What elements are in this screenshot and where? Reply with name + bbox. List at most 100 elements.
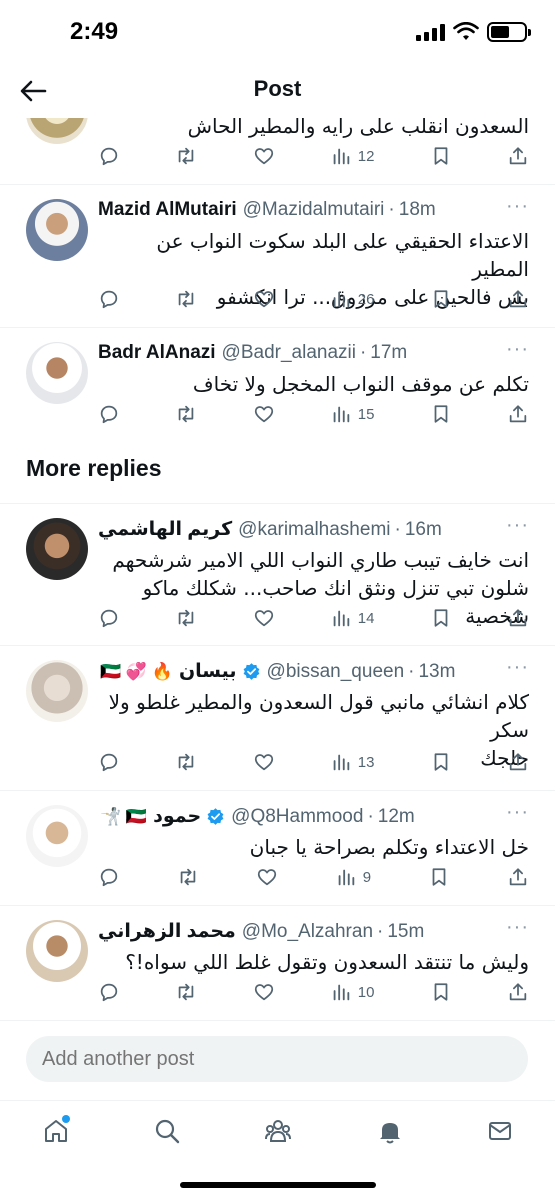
share-button[interactable] (507, 751, 529, 773)
reply-post[interactable]: محمد الزهراني @Mo_Alzahran · 15m ··· ولي… (0, 906, 555, 1021)
tab-communities[interactable] (258, 1111, 298, 1151)
reply-button[interactable] (98, 145, 120, 167)
separator-dot: · (408, 660, 415, 682)
views-button[interactable]: 26 (330, 288, 374, 310)
like-button[interactable] (253, 288, 275, 310)
heart-icon (254, 148, 273, 165)
reply-button[interactable] (98, 607, 120, 629)
like-button[interactable] (253, 751, 275, 773)
views-button[interactable]: 12 (330, 145, 375, 167)
avatar[interactable] (26, 199, 88, 261)
repost-button[interactable] (177, 866, 199, 888)
post-actions: 14 (98, 604, 529, 632)
share-button[interactable] (507, 866, 529, 888)
author-name[interactable]: Mazid AlMutairi (98, 199, 237, 221)
bookmark-button[interactable] (428, 866, 450, 888)
status-time: 2:49 (70, 18, 119, 45)
more-options-icon[interactable]: ··· (506, 656, 529, 679)
author-handle[interactable]: @Q8Hammood (231, 806, 363, 828)
post-header: Badr AlAnazi @Badr_alanazii · 17m (98, 342, 531, 364)
tab-messages[interactable] (480, 1111, 520, 1151)
post-text-line: انت خايف تيبب طاري النواب اللي الامير شر… (112, 548, 529, 572)
post-time[interactable]: 18m (399, 199, 436, 221)
repost-button[interactable] (175, 751, 197, 773)
more-options-icon[interactable]: ··· (506, 916, 529, 939)
post-time[interactable]: 15m (387, 921, 424, 943)
author-handle[interactable]: @Mazidalmutairi (243, 199, 385, 221)
reply-composer[interactable] (26, 1036, 528, 1082)
bookmark-button[interactable] (430, 403, 452, 425)
views-button[interactable]: 9 (335, 866, 371, 888)
like-button[interactable] (253, 607, 275, 629)
share-button[interactable] (507, 607, 529, 629)
post-time[interactable]: 16m (405, 519, 442, 541)
more-options-icon[interactable]: ··· (506, 514, 529, 537)
author-name[interactable]: Badr AlAnazi (98, 342, 216, 364)
share-button[interactable] (507, 981, 529, 1003)
like-button[interactable] (253, 403, 275, 425)
share-button[interactable] (507, 403, 529, 425)
share-button[interactable] (507, 145, 529, 167)
post-time[interactable]: 12m (378, 806, 415, 828)
notification-dot (62, 1115, 70, 1123)
post-time[interactable]: 17m (370, 342, 407, 364)
post-actions: 26 (98, 285, 529, 313)
author-handle[interactable]: @Mo_Alzahran (242, 921, 373, 943)
bookmark-button[interactable] (430, 607, 452, 629)
author-handle[interactable]: @Badr_alanazii (222, 342, 356, 364)
reply-button[interactable] (98, 403, 120, 425)
like-button[interactable] (256, 866, 278, 888)
author-name[interactable]: حمود (153, 805, 201, 828)
tab-search[interactable] (147, 1111, 187, 1151)
reply-post[interactable]: Badr AlAnazi @Badr_alanazii · 17m ··· تك… (0, 328, 555, 443)
avatar[interactable] (26, 342, 88, 404)
author-name[interactable]: محمد الزهراني (98, 920, 236, 943)
bookmark-button[interactable] (430, 288, 452, 310)
repost-button[interactable] (175, 981, 197, 1003)
bookmark-button[interactable] (430, 751, 452, 773)
repost-button[interactable] (175, 607, 197, 629)
views-button[interactable]: 13 (330, 751, 374, 773)
views-icon (333, 610, 349, 627)
reply-button[interactable] (98, 288, 120, 310)
reply-button[interactable] (98, 866, 120, 888)
heart-icon (254, 406, 273, 423)
reply-post[interactable]: 🇰🇼 💞 🔥 بيسان @bissan_queen · 13m ··· كلا… (0, 646, 555, 791)
views-count: 12 (357, 147, 375, 165)
reply-input[interactable] (26, 1036, 528, 1082)
bookmark-button[interactable] (430, 145, 452, 167)
repost-button[interactable] (175, 403, 197, 425)
reply-post[interactable]: كريم الهاشمي @karimalhashemi · 16m ··· ا… (0, 503, 555, 646)
heart-icon (254, 291, 273, 308)
avatar[interactable] (26, 518, 88, 580)
views-button[interactable]: 14 (330, 607, 374, 629)
more-options-icon[interactable]: ··· (506, 338, 529, 361)
heart-icon (254, 610, 273, 627)
author-handle[interactable]: @bissan_queen (267, 661, 405, 683)
author-name[interactable]: كريم الهاشمي (98, 518, 232, 541)
avatar[interactable] (26, 805, 88, 867)
reply-post[interactable]: Mazid AlMutairi @Mazidalmutairi · 18m ··… (0, 185, 555, 328)
like-button[interactable] (253, 145, 275, 167)
bookmark-button[interactable] (430, 981, 452, 1003)
tab-notifications[interactable] (370, 1111, 410, 1151)
more-options-icon[interactable]: ··· (506, 801, 529, 824)
more-options-icon[interactable]: ··· (506, 195, 529, 218)
reply-post[interactable]: 🤺 🇰🇼 حمود @Q8Hammood · 12m ··· خل الاعتد… (0, 791, 555, 906)
post-time[interactable]: 13m (418, 661, 455, 683)
tab-home[interactable] (36, 1111, 76, 1151)
views-button[interactable]: 10 (330, 981, 374, 1003)
post-header: Mazid AlMutairi @Mazidalmutairi · 18m (98, 199, 531, 221)
avatar[interactable] (26, 920, 88, 982)
author-handle[interactable]: @karimalhashemi (238, 519, 390, 541)
repost-button[interactable] (175, 145, 197, 167)
avatar[interactable] (26, 660, 88, 722)
like-button[interactable] (253, 981, 275, 1003)
author-name[interactable]: بيسان (179, 660, 237, 683)
reply-button[interactable] (98, 751, 120, 773)
views-button[interactable]: 15 (330, 403, 374, 425)
reply-button[interactable] (98, 981, 120, 1003)
repost-button[interactable] (175, 288, 197, 310)
share-button[interactable] (507, 288, 529, 310)
share-icon (509, 753, 527, 771)
